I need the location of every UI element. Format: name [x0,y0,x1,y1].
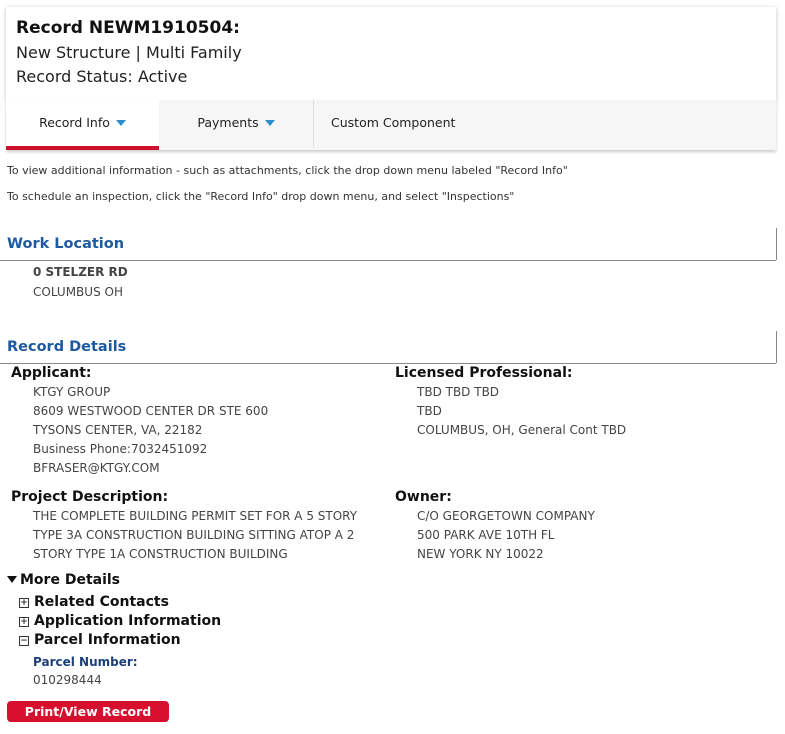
parcel-number-label: Parcel Number: [33,655,138,669]
tab-divider [313,100,314,147]
dropdown-caret-icon [115,120,126,126]
applicant-address: 8609 WESTWOOD CENTER DR STE 600 [33,404,269,418]
print-view-record-button[interactable]: Print/View Record [7,701,169,722]
tab-custom-component-label: Custom Component [331,115,456,130]
info-note-attachments: To view additional information - such as… [7,164,568,177]
work-address-line1: 0 STELZER RD [33,265,128,279]
owner-city: NEW YORK NY 10022 [417,547,544,561]
tab-payments-label: Payments [197,115,259,130]
related-contacts-toggle[interactable]: Related Contacts [34,594,169,610]
project-description-line1: THE COMPLETE BUILDING PERMIT SET FOR A 5… [33,509,358,523]
collapse-triangle-icon [7,576,17,583]
owner-label: Owner: [395,489,452,505]
project-description-line3: STORY TYPE 1A CONSTRUCTION BUILDING [33,547,288,561]
tab-custom-component[interactable]: Custom Component [331,100,491,147]
work-address-line2: COLUMBUS OH [33,285,123,299]
section-border [776,228,777,260]
tab-record-info[interactable]: Record Info [6,100,159,150]
parcel-number-value: 010298444 [33,673,102,687]
expand-plus-icon[interactable]: + [19,598,29,608]
tab-record-info-label: Record Info [39,115,110,130]
applicant-phone: Business Phone:7032451092 [33,442,208,456]
project-description-line2: TYPE 3A CONSTRUCTION BUILDING SITTING AT… [33,528,355,542]
section-border [776,331,777,363]
record-tabs: Record Info Payments Custom Component [6,100,776,150]
record-details-heading: Record Details [7,339,127,355]
owner-address: 500 PARK AVE 10TH FL [417,528,555,542]
application-information-toggle[interactable]: Application Information [34,613,221,629]
info-note-inspections: To schedule an inspection, click the "Re… [7,190,515,203]
collapse-minus-icon[interactable]: − [19,636,29,646]
record-title: Record NEWM1910504: [16,18,240,38]
work-location-heading: Work Location [7,236,125,252]
tab-payments[interactable]: Payments [159,100,313,147]
expand-plus-icon[interactable]: + [19,617,29,627]
section-divider [0,260,776,261]
record-type: New Structure | Multi Family [16,43,242,62]
applicant-city: TYSONS CENTER, VA, 22182 [33,423,203,437]
applicant-label: Applicant: [11,365,92,381]
dropdown-caret-icon [264,120,275,126]
project-description-label: Project Description: [11,489,169,505]
licensed-professional-name: TBD TBD TBD [417,385,500,399]
more-details-toggle[interactable]: More Details [7,572,120,588]
more-details-label: More Details [20,572,121,588]
licensed-professional-line3: COLUMBUS, OH, General Cont TBD [417,423,627,437]
applicant-name: KTGY GROUP [33,385,111,399]
parcel-information-toggle[interactable]: Parcel Information [34,632,181,648]
section-divider [0,363,776,364]
record-header: Record NEWM1910504: New Structure | Mult… [6,7,776,100]
licensed-professional-label: Licensed Professional: [395,365,573,381]
licensed-professional-line2: TBD [417,404,442,418]
applicant-email: BFRASER@KTGY.COM [33,461,160,475]
owner-name: C/O GEORGETOWN COMPANY [417,509,595,523]
record-status: Record Status: Active [16,67,188,86]
